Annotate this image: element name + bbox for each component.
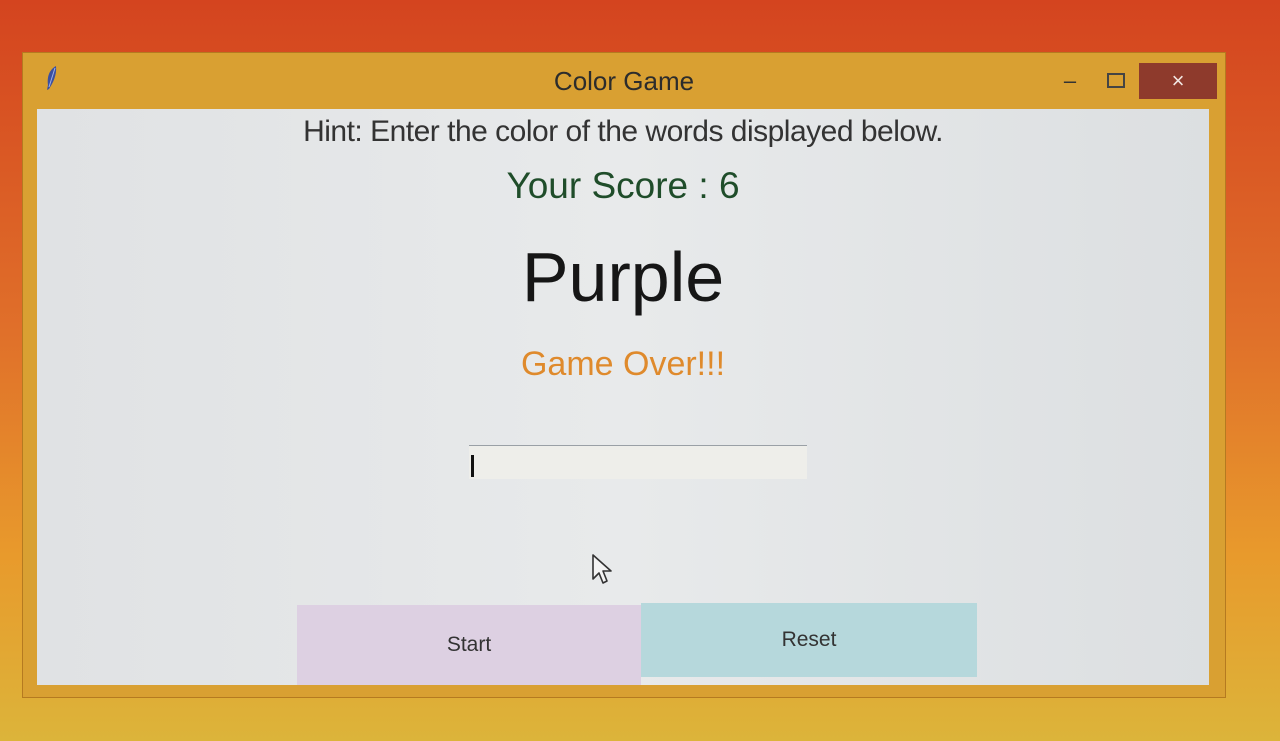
reset-button-label: Reset <box>781 628 837 651</box>
start-button-label: Start <box>446 633 492 656</box>
window-title: Color Game <box>553 66 695 96</box>
maximize-icon <box>1107 73 1125 88</box>
minimize-button[interactable]: – <box>1053 63 1087 99</box>
text-caret <box>471 455 474 477</box>
maximize-button[interactable] <box>1099 63 1133 99</box>
close-button[interactable]: × <box>1139 63 1217 99</box>
color-word-label: Purple <box>521 238 725 316</box>
app-window: Color Game – × Hint: Enter the color of … <box>22 52 1226 698</box>
title-bar[interactable]: Color Game – × <box>23 53 1225 109</box>
game-over-label: Game Over!!! <box>520 345 726 383</box>
start-button[interactable]: Start <box>297 605 641 685</box>
reset-button[interactable]: Reset <box>641 603 977 677</box>
hint-label: Hint: Enter the color of the words displ… <box>303 115 943 148</box>
color-entry-field[interactable] <box>469 445 807 479</box>
mouse-pointer-icon <box>591 553 615 587</box>
game-area: Hint: Enter the color of the words displ… <box>37 109 1209 685</box>
minimize-icon: – <box>1063 68 1077 93</box>
close-icon: × <box>1171 68 1185 93</box>
score-label: Your Score : 6 <box>506 165 740 206</box>
